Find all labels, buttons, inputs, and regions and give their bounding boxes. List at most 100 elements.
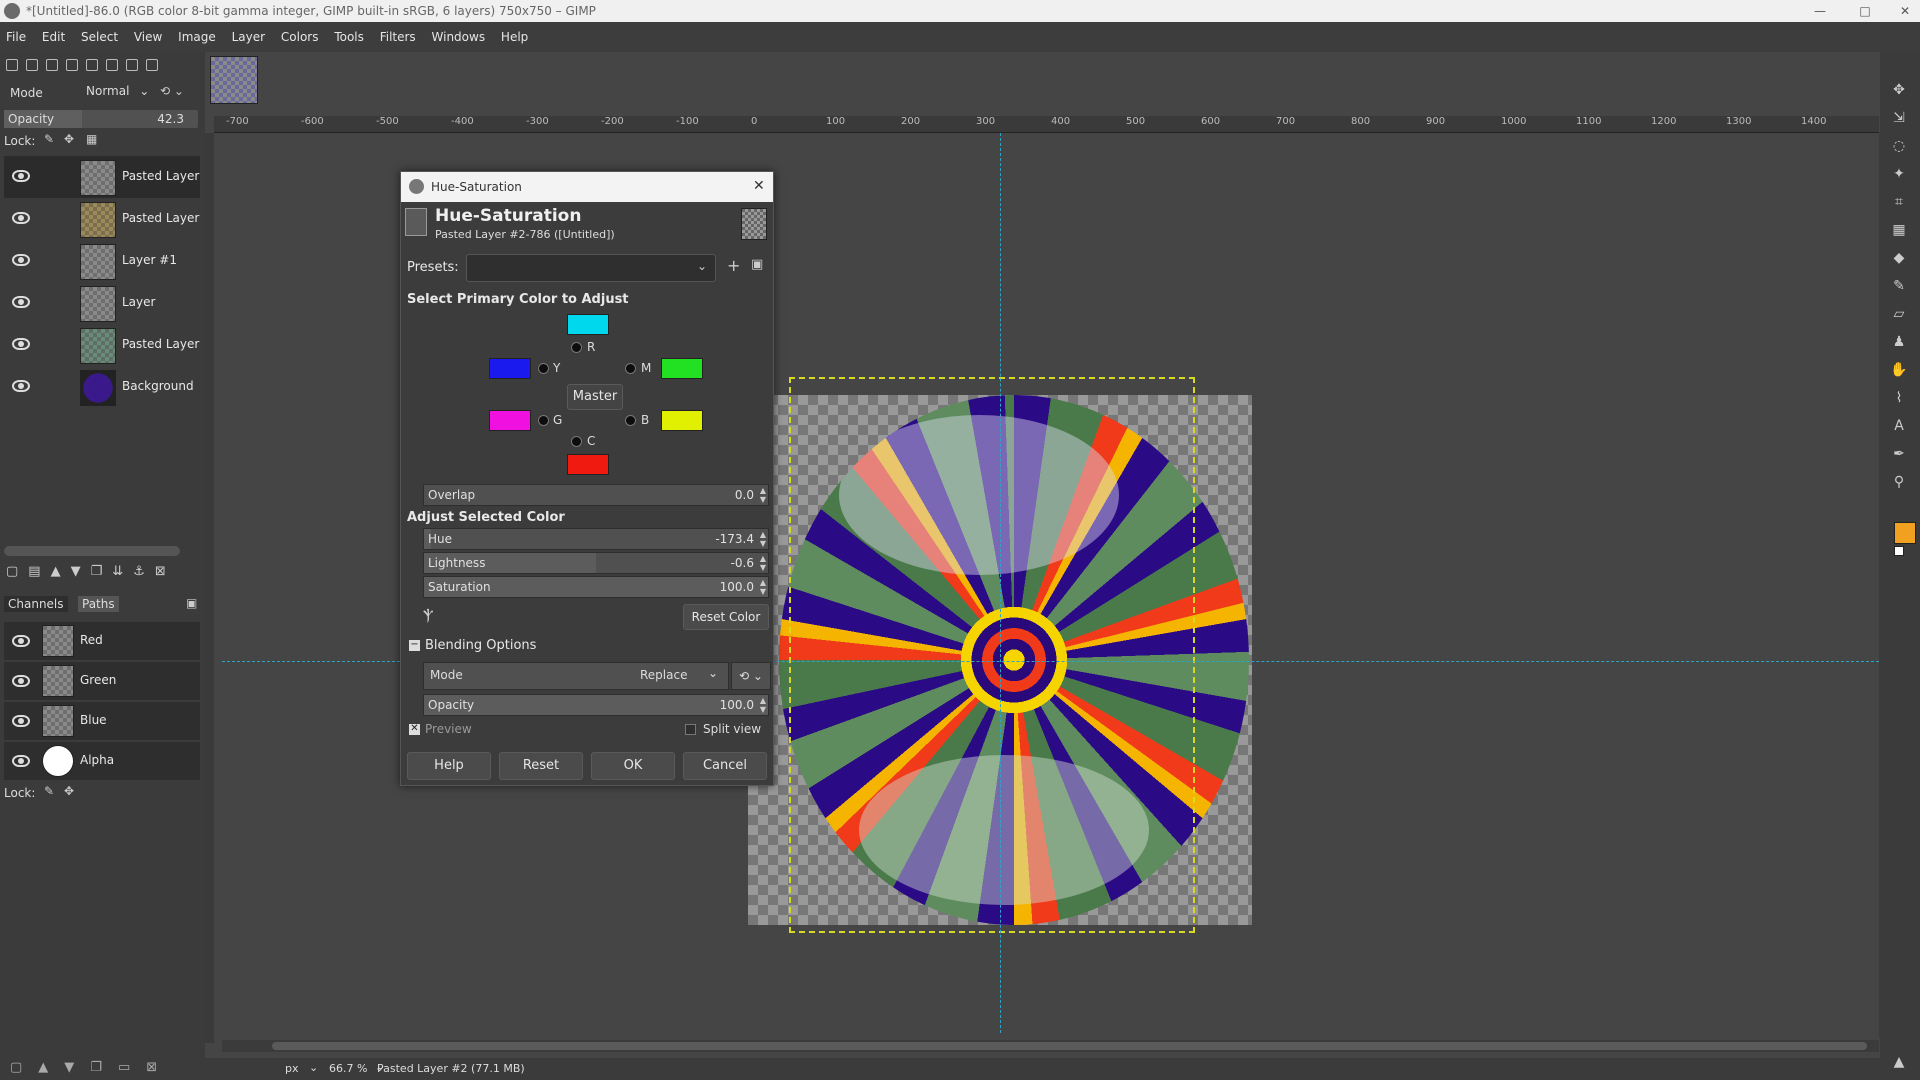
spin-icon[interactable]: ▲ ▼ — [760, 554, 766, 572]
pattern-icon[interactable] — [66, 59, 78, 71]
lasso-tool-icon[interactable]: ◌ — [1890, 138, 1908, 156]
layer-row[interactable]: Background — [4, 366, 200, 408]
merge-layer-icon[interactable]: ⇊ — [112, 564, 133, 579]
overlap-slider[interactable]: Overlap 0.0 ▲ ▼ — [423, 484, 769, 506]
new-layer-icon[interactable]: ▢ — [6, 564, 28, 579]
layer-row[interactable]: Pasted Layer — [4, 156, 200, 198]
close-icon[interactable]: ✕ — [753, 178, 765, 194]
layer-row[interactable]: Pasted Layer — [4, 324, 200, 366]
brush-icon[interactable] — [46, 59, 58, 71]
menu-edit[interactable]: Edit — [36, 22, 71, 52]
background-color-swatch[interactable] — [1894, 546, 1904, 556]
image-tab-thumbnail[interactable] — [210, 56, 258, 104]
cancel-button[interactable]: Cancel — [683, 752, 767, 780]
maximize-icon[interactable]: □ — [1850, 0, 1880, 22]
eye-icon[interactable] — [12, 380, 30, 392]
menu-view[interactable]: View — [128, 22, 168, 52]
tab-paths[interactable]: Paths — [78, 596, 119, 612]
reset-mode-icon[interactable]: ⟲ ⌄ — [160, 84, 184, 98]
lock-position-icon[interactable]: ✥ — [64, 784, 74, 798]
navigate-icon[interactable]: ▲ — [1890, 1054, 1908, 1072]
collapse-icon[interactable]: − — [409, 640, 420, 651]
delete-layer-icon[interactable]: ⊠ — [155, 564, 176, 579]
menu-filters[interactable]: Filters — [374, 22, 422, 52]
menu-tools[interactable]: Tools — [328, 22, 370, 52]
foreground-color-swatch[interactable] — [1894, 522, 1916, 544]
ok-button[interactable]: OK — [591, 752, 675, 780]
swatch-upper-left[interactable] — [489, 358, 531, 379]
radio-y[interactable] — [538, 363, 549, 374]
menu-windows[interactable]: Windows — [426, 22, 492, 52]
spin-icon[interactable]: ▲ ▼ — [760, 578, 766, 596]
menu-select[interactable]: Select — [75, 22, 124, 52]
swatch-top[interactable] — [567, 314, 609, 335]
swatch-lower-left[interactable] — [489, 410, 531, 431]
composite-mode-button[interactable]: ⟲ ⌄ — [731, 662, 771, 690]
blend-opacity-slider[interactable]: Opacity 100.0 ▲ ▼ — [423, 694, 769, 716]
hue-slider[interactable]: Hue -173.4 ▲ ▼ — [423, 528, 769, 550]
menu-image[interactable]: Image — [172, 22, 222, 52]
mode-combo[interactable]: Mode Replace ⌄ — [423, 662, 729, 690]
delete-channel-icon[interactable]: ⊠ — [146, 1060, 173, 1075]
tool-options-icon[interactable] — [6, 59, 18, 71]
anchor-icon[interactable]: ⚓ — [133, 564, 155, 579]
minimize-icon[interactable]: — — [1805, 0, 1835, 22]
spin-icon[interactable]: ▲ ▼ — [760, 530, 766, 548]
eye-icon[interactable] — [12, 296, 30, 308]
eye-icon[interactable] — [12, 338, 30, 350]
eye-icon[interactable] — [12, 254, 30, 266]
spin-icon[interactable]: ▲ ▼ — [760, 486, 766, 504]
paint-icon[interactable] — [26, 59, 38, 71]
channel-row[interactable]: Blue — [4, 702, 200, 740]
arrow-right-icon[interactable] — [146, 59, 158, 71]
channel-row[interactable]: Green — [4, 662, 200, 700]
undo-history-icon[interactable] — [126, 59, 138, 71]
new-channel-icon[interactable]: ▢ — [10, 1060, 38, 1075]
eye-icon[interactable] — [12, 755, 30, 767]
move-tool-icon[interactable]: ✥ — [1890, 82, 1908, 100]
reset-color-button[interactable]: Reset Color — [683, 604, 769, 630]
spin-icon[interactable]: ▲ ▼ — [760, 696, 766, 714]
text-tool-icon[interactable]: A — [1890, 418, 1908, 436]
preview-checkbox[interactable]: ✕ — [409, 724, 420, 735]
radio-c[interactable] — [571, 436, 582, 447]
raise-layer-icon[interactable]: ▲ — [51, 564, 71, 579]
duplicate-channel-icon[interactable]: ❐ — [90, 1060, 118, 1075]
color-picker-icon[interactable]: ✒ — [1890, 446, 1908, 464]
radio-g[interactable] — [538, 415, 549, 426]
channel-row[interactable]: Alpha — [4, 742, 200, 780]
canvas-hscrollbar[interactable] — [222, 1040, 1879, 1052]
eye-icon[interactable] — [12, 715, 30, 727]
lock-alpha-icon[interactable]: ▦ — [86, 132, 97, 146]
lower-channel-icon[interactable]: ▼ — [64, 1060, 90, 1075]
bucket-fill-icon[interactable]: ◆ — [1890, 250, 1908, 268]
lock-pixels-icon[interactable]: ✎ — [44, 132, 54, 146]
close-window-icon[interactable]: ✕ — [1890, 0, 1920, 22]
hue-value[interactable]: -173.4 — [715, 532, 754, 546]
menu-help[interactable]: Help — [495, 22, 534, 52]
layer-row[interactable]: Layer #1 — [4, 240, 200, 282]
eye-icon[interactable] — [12, 635, 30, 647]
paintbrush-icon[interactable]: ✎ — [1890, 278, 1908, 296]
swatch-bottom[interactable] — [567, 454, 609, 475]
unit-select[interactable]: px — [285, 1062, 299, 1075]
lock-position-icon[interactable]: ✥ — [64, 132, 74, 146]
dialog-titlebar[interactable]: Hue-Saturation ✕ — [401, 172, 773, 202]
align-tool-icon[interactable]: ⇲ — [1890, 110, 1908, 128]
paths-tool-icon[interactable]: ⌇ — [1890, 390, 1908, 408]
eye-icon[interactable] — [12, 675, 30, 687]
duplicate-layer-icon[interactable]: ❐ — [91, 564, 113, 579]
layer-row[interactable]: Layer — [4, 282, 200, 324]
swatch-upper-right[interactable] — [661, 358, 703, 379]
menu-file[interactable]: File — [0, 22, 32, 52]
radio-m[interactable] — [625, 363, 636, 374]
hscroll-thumb[interactable] — [272, 1042, 1867, 1050]
tab-channels[interactable]: Channels — [4, 596, 68, 612]
lower-layer-icon[interactable]: ▼ — [71, 564, 91, 579]
clone-tool-icon[interactable]: ♟ — [1890, 334, 1908, 352]
channel-row[interactable]: Red — [4, 622, 200, 660]
fuzzy-select-icon[interactable]: ✦ — [1890, 166, 1908, 184]
menu-colors[interactable]: Colors — [275, 22, 325, 52]
gradient-icon[interactable] — [86, 59, 98, 71]
new-group-icon[interactable]: ▤ — [28, 564, 50, 579]
